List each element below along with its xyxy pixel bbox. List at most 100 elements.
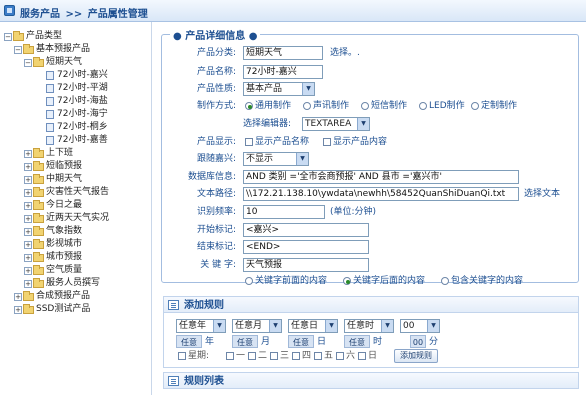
collapse-icon[interactable]: − (24, 58, 32, 67)
rule-list-title: 规则列表 (184, 376, 224, 387)
collapse-icon[interactable]: − (14, 45, 22, 54)
weekday-tue[interactable]: 二 (248, 350, 267, 363)
tree-node-group[interactable]: + 气象指数 (24, 225, 82, 238)
week-checkbox[interactable]: 星期: (178, 350, 209, 363)
folder-icon (33, 56, 44, 67)
expand-icon[interactable]: + (24, 162, 32, 171)
end-input[interactable]: <END> (243, 240, 369, 254)
tree-node-group[interactable]: + 近两天天气实况 (24, 212, 109, 225)
weekday-fri[interactable]: 五 (314, 350, 333, 363)
tree-node-group[interactable]: + 城市预报 (24, 251, 82, 264)
nature-select[interactable]: 基本产品 ▼ (243, 82, 315, 96)
month-select[interactable]: 任意月 ▼ (232, 319, 282, 333)
expand-icon[interactable]: + (14, 292, 22, 301)
checkbox-icon (178, 351, 186, 360)
tree-leaf[interactable]: 72小时-嘉兴 (46, 69, 108, 82)
kw-radio-include[interactable]: 包含关键字的内容 (441, 274, 523, 288)
expand-icon[interactable]: + (24, 227, 32, 236)
method-radio-voice[interactable]: 声讯制作 (303, 99, 349, 113)
expand-icon[interactable]: + (24, 240, 32, 249)
kw-radio-before[interactable]: 关键字前面的内容 (245, 274, 327, 288)
breadcrumb-service[interactable]: 服务产品 (20, 9, 60, 20)
weekday-sun[interactable]: 日 (358, 350, 377, 363)
tree-leaf[interactable]: 72小时-桐乡 (46, 121, 108, 134)
year-select[interactable]: 任意年 ▼ (176, 319, 226, 333)
radio-checked-icon (245, 102, 253, 110)
display-content-checkbox[interactable]: 显示产品内容 (323, 135, 387, 149)
checkbox-icon (248, 351, 256, 360)
document-icon (46, 110, 54, 119)
tree-node-group[interactable]: + 今日之最 (24, 199, 82, 212)
checkbox-icon (245, 138, 253, 146)
tree-node-ssd[interactable]: + SSD测试产品 (14, 303, 90, 316)
checkbox-icon (323, 138, 331, 146)
folder-icon (33, 264, 44, 275)
document-icon (46, 123, 54, 132)
expand-icon[interactable]: + (24, 201, 32, 210)
tree-node-root[interactable]: − 产品类型 (4, 30, 62, 43)
start-input[interactable]: <嘉兴> (243, 223, 369, 237)
radio-checked-icon (343, 277, 351, 285)
db-input[interactable]: AND 类别 ='全市会商预报' AND 县市 ='嘉兴市' (243, 170, 519, 184)
kw-radio-after[interactable]: 关键字后面的内容 (343, 274, 425, 288)
tree-node-group[interactable]: + 灾害性天气报告 (24, 186, 109, 199)
method-radio-custom[interactable]: 定制制作 (471, 99, 517, 113)
hour-select[interactable]: 任意时 ▼ (344, 319, 394, 333)
tree-node-group[interactable]: + 空气质量 (24, 264, 82, 277)
keyword-input[interactable]: 天气预报 (243, 258, 369, 272)
tree-node-composite[interactable]: + 合成预报产品 (14, 290, 90, 303)
tree-node-group[interactable]: + 服务人员撰写 (24, 277, 100, 290)
tree-leaf[interactable]: 72小时-嘉善 (46, 134, 108, 147)
tree-node-group[interactable]: + 短临预报 (24, 160, 82, 173)
expand-icon[interactable]: + (24, 188, 32, 197)
radio-icon (441, 277, 449, 285)
editor-select[interactable]: TEXTAREA ▼ (302, 117, 370, 131)
expand-icon[interactable]: + (24, 214, 32, 223)
tree-leaf[interactable]: 72小时-海宁 (46, 108, 108, 121)
weekday-mon[interactable]: 一 (226, 350, 245, 363)
expand-icon[interactable]: + (14, 305, 22, 314)
tree-node-group[interactable]: + 影视城市 (24, 238, 82, 251)
freq-input[interactable]: 10 (243, 205, 325, 219)
name-input[interactable]: 72小时-嘉兴 (243, 65, 323, 79)
weekday-sat[interactable]: 六 (336, 350, 355, 363)
expand-icon[interactable]: + (24, 279, 32, 288)
expand-icon[interactable]: + (24, 175, 32, 184)
weekday-wed[interactable]: 三 (270, 350, 289, 363)
year-any-button[interactable]: 任意 (176, 335, 202, 348)
follow-select[interactable]: 不显示 ▼ (243, 152, 309, 166)
tree-node-basic[interactable]: − 基本预报产品 (14, 43, 90, 56)
tree-node-group[interactable]: + 中期天气 (24, 173, 82, 186)
tree-node-short[interactable]: − 短期天气 (24, 56, 82, 69)
category-select-link[interactable]: 选择。. (330, 46, 360, 60)
edit-icon (168, 300, 179, 310)
tree-node-group[interactable]: + 上下班 (24, 147, 73, 160)
display-name-checkbox[interactable]: 显示产品名称 (245, 135, 309, 149)
collapse-icon[interactable]: − (4, 32, 12, 41)
expand-icon[interactable]: + (24, 266, 32, 275)
path-input[interactable]: \\172.21.138.10\ywdata\newhh\58452QuanSh… (243, 187, 519, 201)
breadcrumb-current: 产品属性管理 (87, 9, 148, 20)
minute-select[interactable]: 00 ▼ (400, 319, 440, 333)
method-radio-led[interactable]: LED制作 (419, 99, 465, 113)
tree-leaf[interactable]: 72小时-海盐 (46, 95, 108, 108)
day-any-button[interactable]: 任意 (288, 335, 314, 348)
freq-unit: (单位:分钟) (330, 207, 377, 217)
expand-icon[interactable]: + (24, 149, 32, 158)
checkbox-icon (292, 351, 300, 360)
add-rule-button[interactable]: 添加规则 (394, 349, 438, 363)
hour-any-button[interactable]: 任意 (344, 335, 370, 348)
folder-icon (33, 186, 44, 197)
method-radio-general[interactable]: 通用制作 (245, 99, 291, 113)
method-radio-sms[interactable]: 短信制作 (361, 99, 407, 113)
minute-value[interactable]: 00 (410, 335, 426, 348)
day-select[interactable]: 任意日 ▼ (288, 319, 338, 333)
expand-icon[interactable]: + (24, 253, 32, 262)
path-select-link[interactable]: 选择文本 (524, 187, 560, 201)
method-led-label: LED制作 (429, 101, 465, 111)
weekday-thu[interactable]: 四 (292, 350, 311, 363)
tree-leaf[interactable]: 72小时-平湖 (46, 82, 108, 95)
chevron-down-icon: ▼ (296, 153, 308, 165)
month-any-button[interactable]: 任意 (232, 335, 258, 348)
category-input[interactable]: 短期天气 (243, 46, 323, 60)
